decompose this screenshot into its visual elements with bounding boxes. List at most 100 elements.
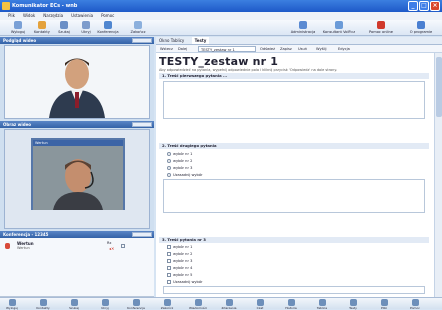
remote-video-person-image	[33, 146, 123, 210]
close-button[interactable]: ×	[430, 1, 440, 11]
question-3-option[interactable]: wybór nr 1	[167, 245, 192, 249]
scrollbar-thumb[interactable]	[436, 57, 442, 117]
toolbar-contacts-button[interactable]: Kontakty	[30, 21, 54, 34]
toolbar-logout-button[interactable]: Wyloguj	[6, 21, 30, 34]
toolbar-button-label: Administracja	[290, 30, 316, 34]
send-button[interactable]: Wyślij	[316, 45, 327, 53]
question-3-option[interactable]: wybór nr 5	[167, 273, 192, 277]
vertical-scrollbar[interactable]	[434, 53, 442, 297]
bottom-testy-button[interactable]: Testy	[343, 299, 363, 310]
hide-icon	[82, 21, 90, 29]
question-2-header: 2. Treść drugiego pytania	[159, 143, 429, 149]
test-document: TESTY_zestaw nr 1 Aby odpowiedzieć na py…	[159, 55, 429, 295]
back-button[interactable]: Wstecz	[160, 45, 173, 53]
tab-tests[interactable]: Testy	[191, 37, 210, 44]
checkbox[interactable]	[167, 280, 171, 284]
main-toolbar: Wyloguj Kontakty Szukaj Ukryj Konferencja Zak…	[0, 20, 442, 36]
toolbar-about-button[interactable]: O programie	[404, 21, 438, 34]
remote-video-title: Obraz wideo	[3, 122, 32, 127]
bottom-item-icon	[163, 299, 171, 306]
menu-settings[interactable]: Ustawienia	[71, 12, 93, 20]
toolbar-button-label: Pomoc online	[368, 30, 394, 34]
bottom-item-icon	[8, 299, 16, 306]
radio-button[interactable]	[167, 159, 171, 163]
save-button[interactable]: Zapisz	[280, 45, 292, 53]
question-1-answer[interactable]	[163, 81, 425, 119]
question-2-justification[interactable]	[163, 179, 425, 213]
bottom-item-label: Konferencja	[127, 306, 145, 310]
radio-button[interactable]	[167, 173, 171, 177]
bottom-wiadomości-button[interactable]: Wiadomości	[188, 299, 208, 310]
toolbar-hide-button[interactable]: Ukryj	[74, 21, 98, 34]
bottom-pliki-button[interactable]: Pliki	[374, 299, 394, 310]
bottom-item-icon	[287, 299, 295, 306]
minimize-button[interactable]: _	[408, 1, 418, 11]
question-3-header: 3. Treść pytania nr 3	[159, 237, 429, 243]
checkbox[interactable]	[167, 252, 171, 256]
search-icon	[60, 21, 68, 29]
maximize-button[interactable]: □	[419, 1, 429, 11]
bottom-item-icon	[101, 299, 109, 306]
delete-button[interactable]: Usuń	[298, 45, 307, 53]
participant-options-icon[interactable]	[121, 244, 125, 248]
remote-video-controls[interactable]	[132, 122, 152, 127]
bottom-zakończ-button[interactable]: Zakończ	[157, 299, 177, 310]
option-label: wybór nr 3	[173, 166, 193, 170]
bottom-wyloguj-button[interactable]: Wyloguj	[2, 299, 22, 310]
menu-help[interactable]: Pomoc	[101, 12, 114, 20]
question-2-option[interactable]: wybór nr 1	[167, 152, 192, 156]
radio-button[interactable]	[167, 166, 171, 170]
menu-view[interactable]: Widok	[23, 12, 35, 20]
next-button[interactable]: Dalej	[178, 45, 187, 53]
toolbar-button-label: Kontakty	[34, 30, 50, 34]
toolbar-conference-button[interactable]: Konferencja	[96, 21, 120, 34]
question-3-option[interactable]: wybór nr 4	[167, 266, 192, 270]
bottom-historia-button[interactable]: Historia	[281, 299, 301, 310]
bottom-czat-button[interactable]: Czat	[250, 299, 270, 310]
conference-controls[interactable]	[132, 232, 152, 237]
bottom-konferencja-button[interactable]: Konferencja	[126, 299, 146, 310]
bottom-ukryj-button[interactable]: Ukryj	[95, 299, 115, 310]
refresh-button[interactable]: Odśwież	[260, 45, 275, 53]
checkbox[interactable]	[167, 273, 171, 277]
question-2-option[interactable]: wybór nr 3	[167, 166, 192, 170]
toolbar-help-button[interactable]: Pomoc online	[364, 21, 398, 34]
bottom-item-icon	[380, 299, 388, 306]
bottom-item-label: Pomoc	[410, 306, 420, 310]
toolbar-end-button[interactable]: Zakończ	[126, 21, 150, 34]
consultant-icon	[335, 21, 343, 29]
menu-tools[interactable]: Narzędzia	[43, 12, 63, 20]
participant-subtitle: Wertun	[17, 246, 30, 250]
tab-whiteboard[interactable]: Okno Tablicy	[159, 38, 184, 43]
mic-muted-icon[interactable]: ◂✕	[109, 246, 114, 251]
checkbox[interactable]	[167, 245, 171, 249]
question-3-justification[interactable]	[163, 286, 425, 294]
option-label: wybór nr 2	[173, 159, 193, 163]
bottom-tablica-button[interactable]: Tablica	[312, 299, 332, 310]
bottom-pomoc-button[interactable]: Pomoc	[405, 299, 425, 310]
app-icon	[2, 2, 10, 10]
bottom-zdarzenia-button[interactable]: Zdarzenia	[219, 299, 239, 310]
checkbox[interactable]	[167, 266, 171, 270]
bottom-item-label: Testy	[349, 306, 357, 310]
bottom-item-label: Ukryj	[101, 306, 109, 310]
edit-button[interactable]: Edycja	[338, 45, 350, 53]
checkbox[interactable]	[167, 259, 171, 263]
toolbar-admin-button[interactable]: Administracja	[286, 21, 320, 34]
bottom-szukaj-button[interactable]: Szukaj	[64, 299, 84, 310]
question-3-option[interactable]: wybór nr 3	[167, 259, 192, 263]
toolbar-consultant-button[interactable]: Konsultant VoIP.cz	[322, 21, 356, 34]
toolbar-search-button[interactable]: Szukaj	[52, 21, 76, 34]
bottom-kontakty-button[interactable]: Kontakty	[33, 299, 53, 310]
option-label: wybór nr 3	[173, 259, 193, 263]
question-3-option[interactable]: Uzasadnij wybór	[167, 280, 203, 284]
test-select[interactable]: TESTY_zestaw nr 1	[198, 46, 256, 52]
question-2-option[interactable]: wybór nr 2	[167, 159, 192, 163]
question-2-option[interactable]: Uzasadnij wybór	[167, 173, 203, 177]
radio-button[interactable]	[167, 152, 171, 156]
menu-file[interactable]: Plik	[8, 12, 15, 20]
participant-row[interactable]: Wertun Wertun Rx ◂✕	[3, 241, 151, 251]
about-icon	[417, 21, 425, 29]
own-video-controls[interactable]	[132, 38, 152, 43]
question-3-option[interactable]: wybór nr 2	[167, 252, 192, 256]
